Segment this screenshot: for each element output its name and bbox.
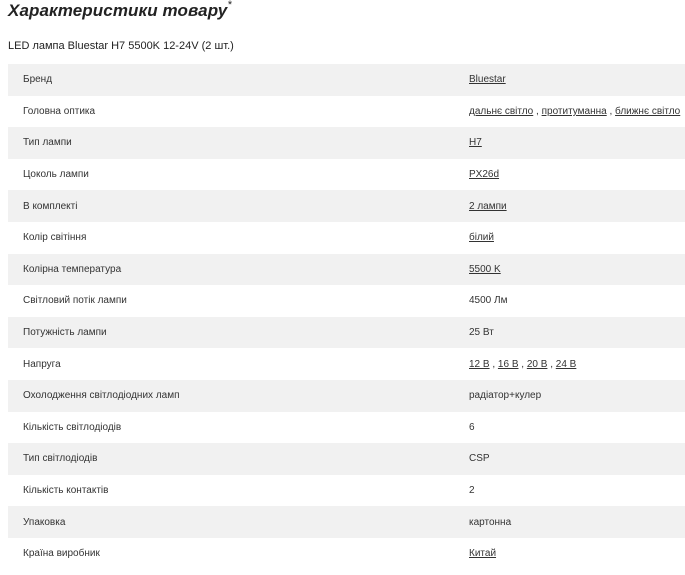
spec-value: H7 [454,127,685,159]
spec-value-text: картонна [469,516,512,528]
spec-value-text: CSP [469,453,490,465]
value-separator: , [492,358,496,370]
spec-name: Колір світіння [23,232,87,244]
spec-row: Кількість контактів 2 [8,474,685,507]
spec-row: Країна виробник Китай [8,537,685,570]
spec-value-link[interactable]: протитуманна [542,106,607,117]
product-characteristics-page: Характеристики товару* LED лампа Bluesta… [0,0,685,575]
spec-value-link[interactable]: білий [469,232,494,243]
spec-value-link[interactable]: ближнє світло [615,106,680,117]
spec-value: білий [454,222,685,254]
spec-name: Кількість світлодіодів [23,421,122,433]
spec-row: Кількість світлодіодів 6 [8,411,685,444]
spec-value-link[interactable]: Bluestar [469,74,506,85]
spec-row: Цоколь лампи PX26d [8,158,685,191]
value-separator: , [536,105,539,117]
spec-name: Охолодження світлодіодних ламп [23,390,180,402]
spec-value-link[interactable]: 12 В [469,359,490,370]
spec-name: Напруга [23,358,61,370]
spec-value-link[interactable]: Китай [469,548,496,559]
spec-value-link[interactable]: 20 В [527,359,548,370]
spec-value-text: 4500 Лм [469,295,508,307]
spec-value: 4500 Лм [454,285,685,317]
spec-name: Цоколь лампи [23,169,89,181]
spec-row: Напруга 12 В , 16 В , 20 В , 24 В [8,348,685,380]
spec-name: Бренд [23,74,53,86]
spec-row: Бренд Bluestar [8,64,685,96]
spec-row: Головна оптика дальнє світло , протитуман… [8,95,685,128]
spec-row: Світловий потік лампи 4500 Лм [8,285,685,317]
spec-name: Світловий потік лампи [23,295,127,307]
spec-row: Колірна температура 5500 K [8,253,685,286]
specs-table-body: Бренд Bluestar Головна оптика дальнє світло… [8,64,685,570]
spec-name: Тип світлодіодів [23,453,98,465]
spec-value-text: 25 Вт [469,327,494,339]
value-separator: , [550,358,553,370]
spec-row: Тип лампи H7 [8,127,685,159]
spec-value-link[interactable]: PX26d [469,169,499,180]
product-name: LED лампа Bluestar H7 5500K 12-24V (2 шт… [8,40,234,52]
spec-row: Охолодження світлодіодних ламп радіатор+к… [8,379,685,412]
spec-value-link[interactable]: 16 В [498,359,519,370]
spec-name: Головна оптика [23,105,96,117]
value-separator: , [521,358,525,370]
spec-value: PX26d [454,159,685,191]
spec-value-text: 6 [469,421,475,433]
spec-row: Колір світіння білий [8,221,685,254]
spec-value-link[interactable]: H7 [469,137,482,148]
spec-value: 2 [454,475,685,507]
spec-name: Кількість контактів [23,485,109,497]
spec-value-link[interactable]: 5500 K [469,264,501,275]
section-title-text: Характеристики товару [8,1,228,20]
spec-value: радіатор+кулер [454,380,685,412]
spec-value: 2 лампи [454,190,685,222]
spec-name: Тип лампи [23,137,72,149]
spec-value: CSP [454,443,685,475]
spec-name: Потужність лампи [23,327,107,339]
spec-value-link[interactable]: 2 лампи [469,201,507,212]
spec-row: Потужність лампи 25 Вт [8,316,685,349]
spec-row: В комплекті 2 лампи [8,190,685,222]
spec-name: В комплекті [23,200,78,212]
spec-name: Колірна температура [23,263,122,275]
spec-row: Упаковка картонна [8,506,685,538]
spec-value: 12 В , 16 В , 20 В , 24 В [454,348,685,380]
spec-value: картонна [454,506,685,538]
spec-value-link[interactable]: дальнє світло [469,106,533,117]
title-asterisk: * [227,0,232,11]
spec-value-text: радіатор+кулер [469,390,542,402]
spec-value: Китай [454,538,685,570]
value-separator: , [609,105,613,117]
spec-value: дальнє світло , протитуманна , ближнє св… [454,96,685,128]
section-title: Характеристики товару* [8,0,232,21]
spec-value: 5500 K [454,254,685,286]
spec-value-link[interactable]: 24 В [556,359,577,370]
spec-value-text: 2 [469,485,475,497]
spec-name: Упаковка [23,516,66,528]
spec-value: Bluestar [454,64,685,96]
spec-name: Країна виробник [23,548,100,560]
spec-row: Тип світлодіодів CSP [8,443,685,475]
specs-table: Бренд Bluestar Головна оптика дальнє світло… [8,64,685,570]
spec-value: 6 [454,412,685,444]
spec-value: 25 Вт [454,317,685,349]
